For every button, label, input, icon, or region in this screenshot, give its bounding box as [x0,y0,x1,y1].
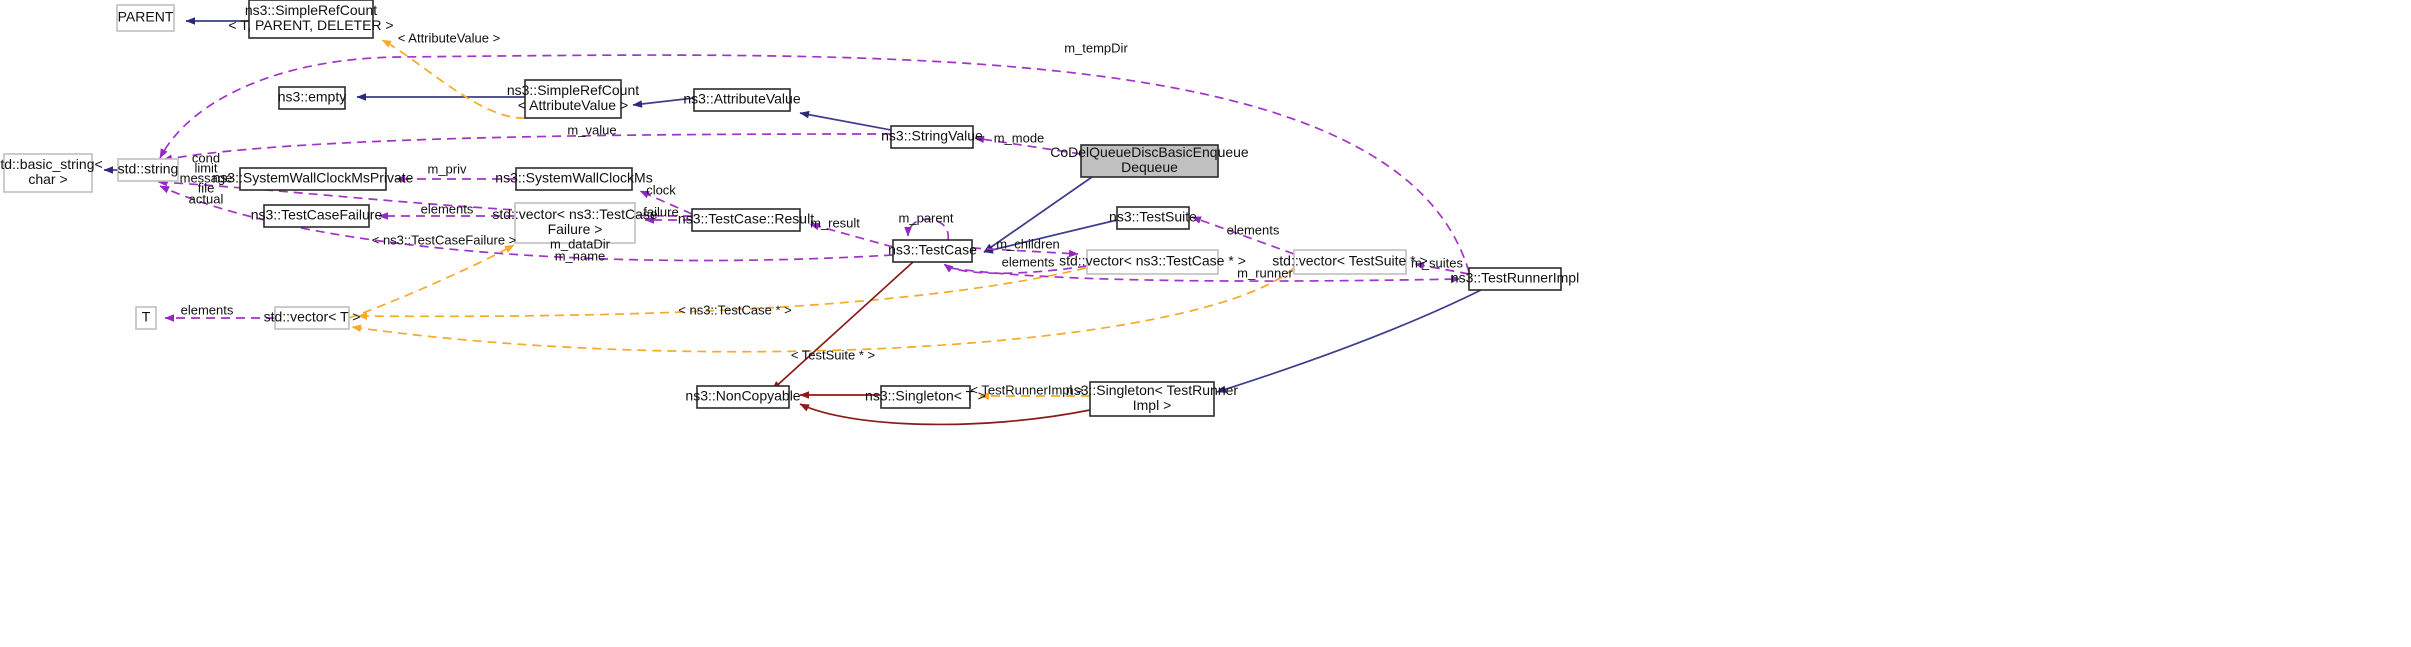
edge-label-lbl_result: m_result [810,215,860,230]
node-label-vec_testsuite_ptr: std::vector< TestSuite * > [1272,253,1427,269]
node-testcase[interactable]: ns3::TestCase [888,239,977,263]
edge-label-lbl_runner: m_runner [1237,265,1293,280]
node-label-noncopyable: ns3::NonCopyable [685,388,800,404]
node-swcmsprivate[interactable]: ns3::SystemWallClockMsPrivate [213,167,414,191]
node-singleton_t[interactable]: ns3::Singleton< T > [865,385,986,409]
node-testcasefailure[interactable]: ns3::TestCaseFailure [251,204,383,228]
edge-label-lbl_elements1: elements [421,201,474,216]
node-label-vec_t: std::vector< T > [264,309,361,325]
node-label-t: T [142,309,151,325]
node-noncopyable[interactable]: ns3::NonCopyable [685,385,801,409]
node-label-simplerefcount_t: < T, PARENT, DELETER > [228,17,393,33]
node-label-basic_string: char > [28,171,67,187]
diagram-canvas: PARENT ns3::SimpleRefCount< T, PARENT, DE… [0,0,1579,426]
edge-label-lbl_tempdir: m_tempDir [1064,40,1128,55]
edge-label-lbl_value: m_value [567,122,616,137]
node-label-swcmsprivate: ns3::SystemWallClockMsPrivate [213,170,414,186]
node-label-parent: PARENT [118,9,174,25]
node-label-simplerefcount_t: ns3::SimpleRefCount [245,2,377,18]
node-label-singleton_tri: Impl > [1133,397,1172,413]
node-simplerefcount_t[interactable]: ns3::SimpleRefCount< T, PARENT, DELETER … [228,0,394,39]
node-testrunnerimpl[interactable]: ns3::TestRunnerImpl [1451,267,1579,291]
node-label-string: std::string [118,161,179,177]
node-label-basic_string: std::basic_string< [0,156,103,172]
node-attributevalue[interactable]: ns3::AttributeValue [683,88,801,112]
uml-collaboration-diagram: PARENT ns3::SimpleRefCount < T, PARENT, DE… [0,0,2411,647]
node-parent[interactable]: PARENT [116,4,175,32]
node-label-swcms: ns3::SystemWallClockMs [495,170,652,186]
node-singleton_tri[interactable]: ns3::Singleton< TestRunnerImpl > [1066,381,1238,417]
edge-label-lbl_clock: clock [646,182,676,197]
node-t[interactable]: T [135,306,157,330]
edge-label-lbl_testsuite_tmpl: < TestSuite * > [791,347,875,362]
edge-label-lbl_tcfailure_tmpl: < ns3::TestCaseFailure > [372,232,517,247]
edge-simplerefcountav-template [381,39,526,119]
edge-label-lbl_mode: m_mode [994,130,1045,145]
edge-testrunnerimpl-to-singletontri [1216,289,1482,393]
node-tc_result[interactable]: ns3::TestCase::Result [678,208,814,232]
node-label-vec_tcfailure: Failure > [548,221,603,237]
node-label-stringvalue: ns3::StringValue [881,128,983,144]
node-vec_testcase_ptr[interactable]: std::vector< ns3::TestCase * > [1059,249,1246,275]
node-simplerefcount_av[interactable]: ns3::SimpleRefCount< AttributeValue > [507,79,639,119]
node-label-attributevalue: ns3::AttributeValue [683,91,800,107]
edge-label-lbl_attributevalue: < AttributeValue > [398,30,500,45]
node-vec_testsuite_ptr[interactable]: std::vector< TestSuite * > [1272,249,1428,275]
node-stringvalue[interactable]: ns3::StringValue [881,125,983,149]
edge-vectcfailure-template [348,244,515,319]
node-label-tc_result: ns3::TestCase::Result [678,211,814,227]
edge-label-lbl_priv: m_priv [427,161,467,176]
node-label-codel: Dequeue [1121,159,1178,175]
node-basic_string[interactable]: std::basic_string<char > [0,153,103,193]
edge-label-lbl_runnerimpl_tmpl: < TestRunnerImpl > [970,382,1083,397]
edge-testrunnerimpl-to-string-tempdir [159,54,1470,273]
node-label-testcase: ns3::TestCase [888,242,977,258]
edge-label-lbl_elements_t: elements [181,302,234,317]
node-label-testrunnerimpl: ns3::TestRunnerImpl [1451,270,1579,286]
edge-label-lbl_children: m_children [996,236,1060,251]
edge-label-lbl_elements_tc: elements [1002,254,1055,269]
node-swcms[interactable]: ns3::SystemWallClockMs [495,167,653,191]
node-empty[interactable]: ns3::empty [278,86,346,110]
edge-stringvalue-to-string-mvalue [162,133,892,163]
edge-label-lbl_failure: failure [643,204,678,219]
node-label-empty: ns3::empty [278,89,346,105]
node-label-simplerefcount_av: ns3::SimpleRefCount [507,82,639,98]
edge-label-lbl_name: m_name [555,248,606,263]
edge-label-lbl_parent: m_parent [899,210,954,225]
edge-label-lbl_suites: m_suites [1411,255,1464,270]
edge-label-lbl_actual: actual [189,191,224,206]
node-label-simplerefcount_av: < AttributeValue > [518,97,628,113]
node-vec_t[interactable]: std::vector< T > [264,306,361,330]
node-label-vec_tcfailure: std::vector< ns3::TestCase [492,206,658,222]
edge-label-lbl_testcase_tmpl: < ns3::TestCase * > [678,302,791,317]
edge-label-lbl_elements_suite: elements [1227,222,1280,237]
node-label-testcasefailure: ns3::TestCaseFailure [251,207,383,223]
edge-stringvalue-to-attributevalue [799,110,892,131]
node-label-vec_testcase_ptr: std::vector< ns3::TestCase * > [1059,253,1246,269]
node-label-codel: CoDelQueueDiscBasicEnqueue [1050,144,1249,160]
node-testsuite[interactable]: ns3::TestSuite [1109,206,1197,230]
node-label-testsuite: ns3::TestSuite [1109,209,1197,225]
edge-testcase-to-noncopyable [771,261,914,391]
nodes-layer: PARENT ns3::SimpleRefCount< T, PARENT, DE… [0,0,1579,417]
node-string[interactable]: std::string [117,158,179,182]
node-codel[interactable]: CoDelQueueDiscBasicEnqueueDequeue [1050,144,1249,178]
node-label-singleton_t: ns3::Singleton< T > [865,388,986,404]
node-label-singleton_tri: ns3::Singleton< TestRunner [1066,382,1238,398]
